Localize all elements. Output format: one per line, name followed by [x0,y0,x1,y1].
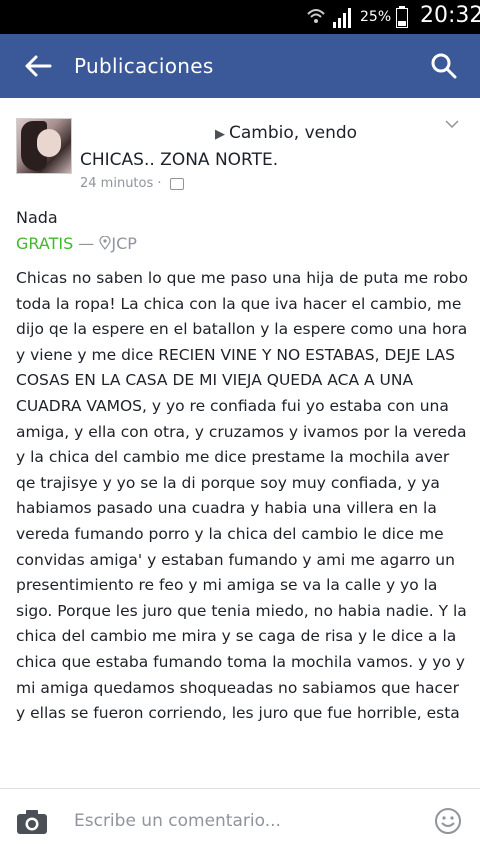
app-bar: Publicaciones [0,34,480,98]
avatar-face [37,129,61,157]
right-triangle-icon: ▶ [215,127,225,142]
meta-separator: · [153,176,166,191]
price: GRATIS [16,234,74,253]
location[interactable]: JCP [111,234,137,253]
group-name: Cambio, vendo [229,123,358,143]
chevron-down-icon[interactable] [444,118,460,130]
avatar[interactable] [16,118,72,174]
location-pin-icon [99,235,111,250]
comment-bar [0,789,480,853]
price-dash: — [73,234,100,253]
emoji-icon[interactable] [434,807,462,835]
post-title[interactable]: CHICAS.. ZONA NORTE. [80,150,278,170]
wifi-icon [307,9,325,23]
battery-percent: 25% [360,9,392,25]
search-icon[interactable] [430,52,458,80]
signal-icon [333,8,351,28]
clock: 20:32 [420,3,480,28]
status-bar: 25% 20:32 [0,0,480,34]
post-meta: 24 minutos · [80,176,184,191]
post-body: Chicas no saben lo que me paso una hija … [16,269,468,723]
price-row: GRATIS — JCP [16,234,137,253]
group-link[interactable]: ▶ Cambio, vendo [215,123,357,143]
battery-icon [396,6,408,28]
audience-icon [169,177,184,190]
page-title: Publicaciones [74,54,214,78]
item-name: Nada [16,208,58,227]
post: ▶ Cambio, vendo CHICAS.. ZONA NORTE. 24 m… [0,98,480,788]
time-ago[interactable]: 24 minutos [80,176,153,191]
camera-icon[interactable] [16,809,48,835]
comment-input[interactable] [74,805,414,837]
back-arrow-icon[interactable] [24,54,52,78]
